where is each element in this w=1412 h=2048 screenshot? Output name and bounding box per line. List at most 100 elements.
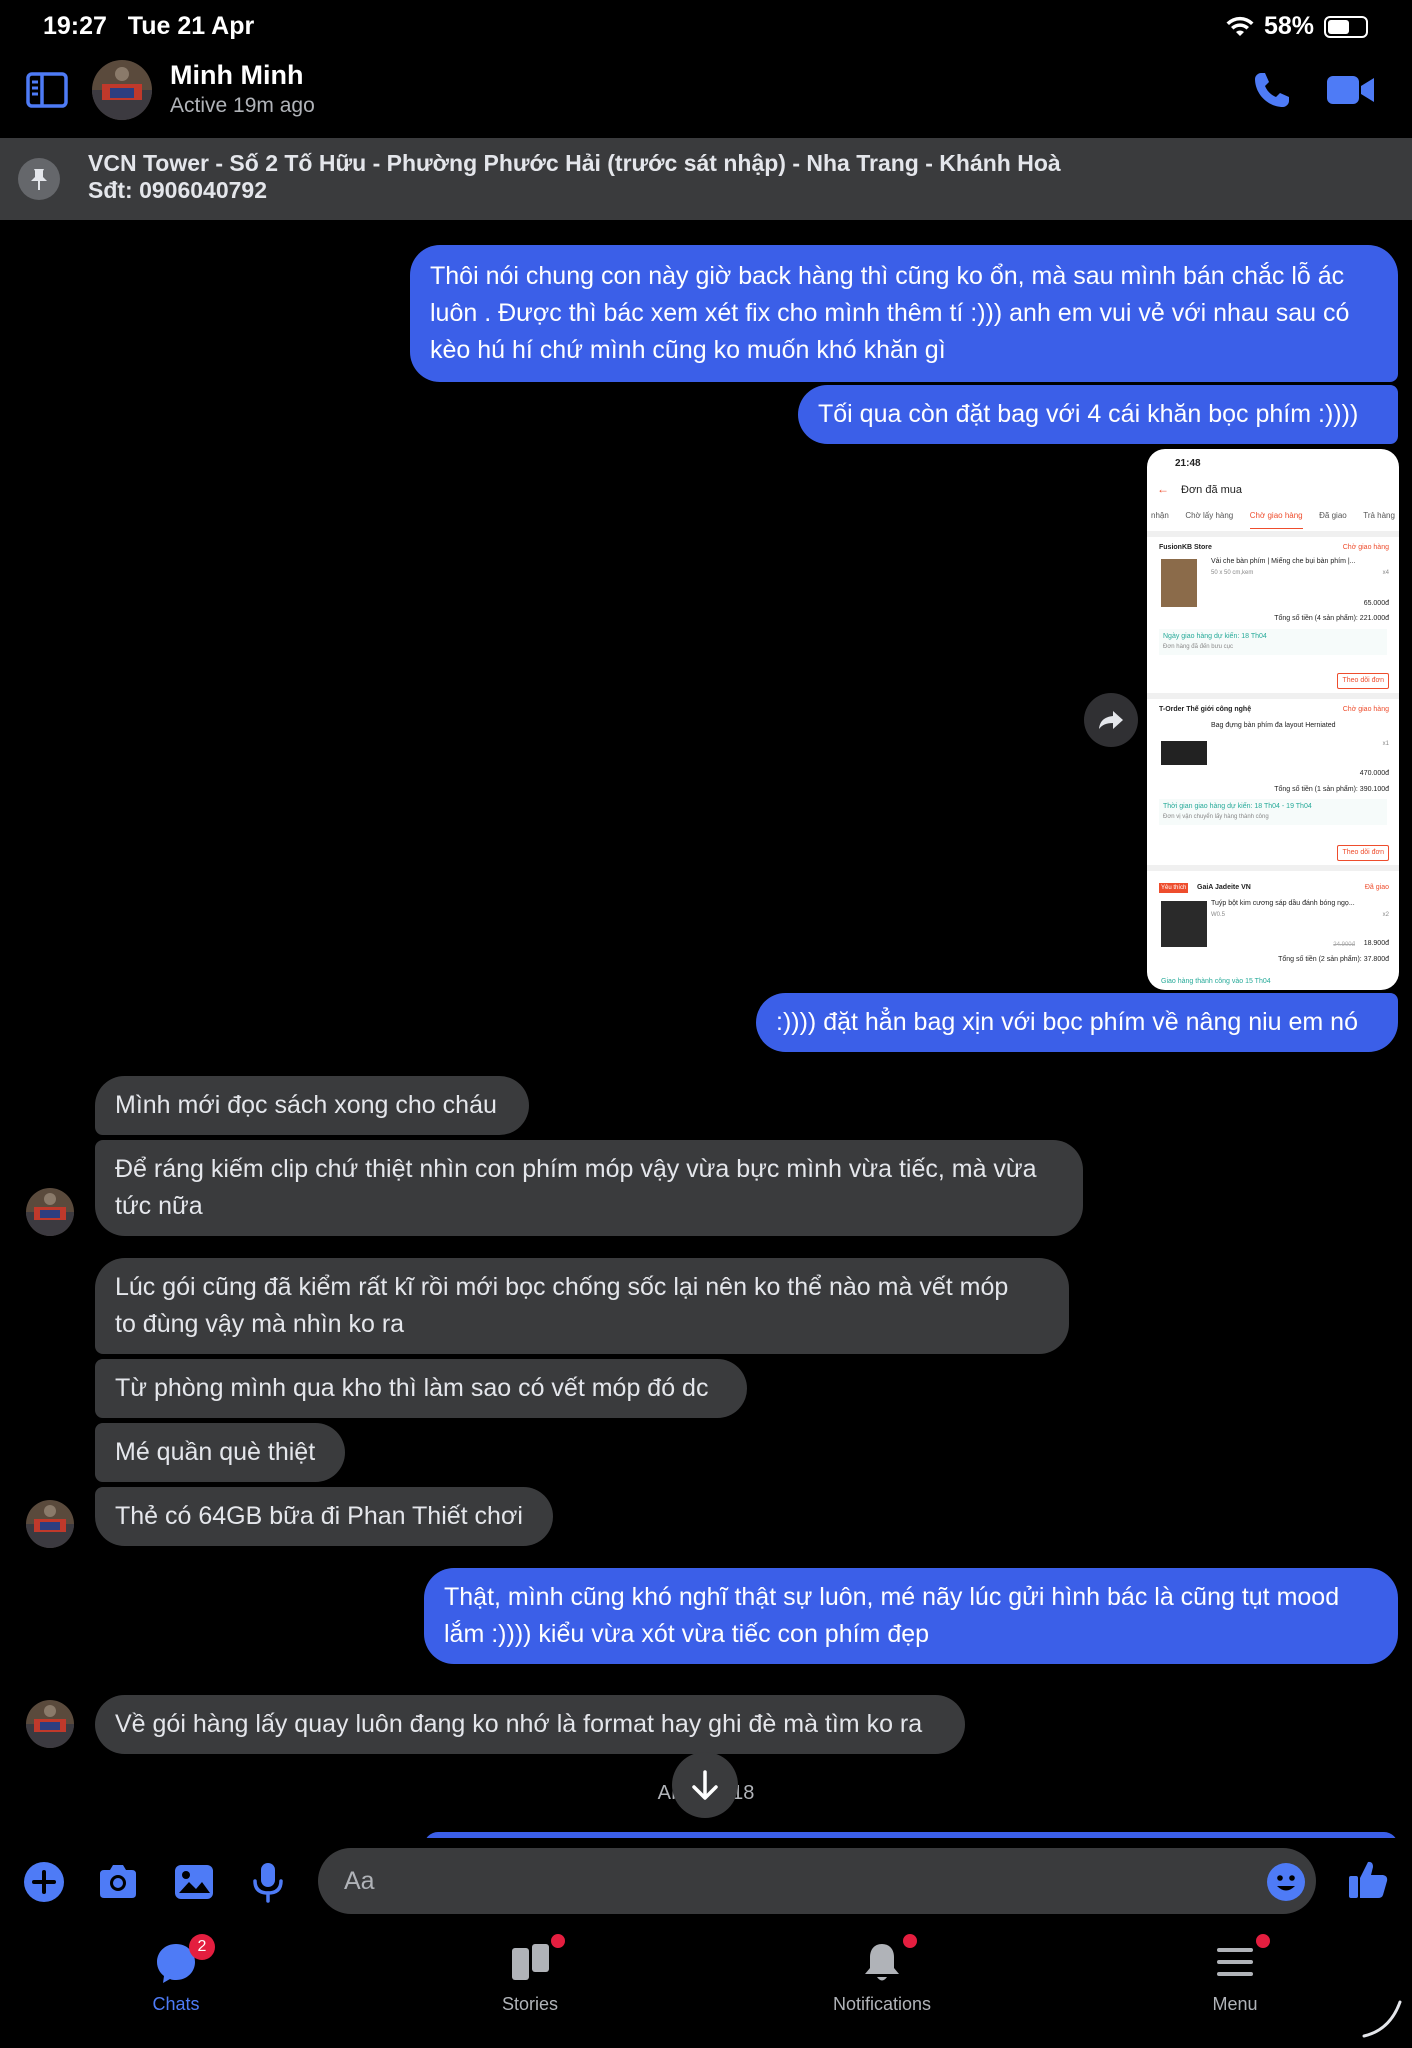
screenshot-tab: Chờ lấy hàng <box>1185 511 1234 520</box>
video-call-icon[interactable] <box>1326 70 1376 110</box>
bell-icon <box>859 1932 919 1986</box>
incoming-message[interactable]: Mé quần què thiệt <box>95 1423 345 1482</box>
outgoing-message[interactable]: Tối qua còn đặt bag với 4 cái khăn bọc p… <box>798 385 1398 444</box>
contact-avatar[interactable] <box>92 60 152 120</box>
product-thumbnail <box>1161 741 1207 765</box>
sender-avatar[interactable] <box>26 1700 74 1748</box>
thumbs-up-icon[interactable] <box>1346 1858 1390 1902</box>
order-total: Tổng số tiền (4 sản phẩm): 221.000đ <box>1274 615 1389 622</box>
stories-icon <box>507 1932 567 1986</box>
incoming-message[interactable]: Về gói hàng lấy quay luôn đang ko nhớ là… <box>95 1695 965 1754</box>
sidebar-toggle-icon[interactable] <box>26 72 68 108</box>
resize-handle-icon[interactable] <box>1360 1996 1404 2040</box>
contact-name[interactable]: Minh Minh <box>170 60 303 91</box>
product-title: Tuýp bột kim cương sáp dầu đánh bóng ngọ… <box>1211 900 1355 907</box>
gallery-icon[interactable] <box>172 1860 216 1904</box>
message-text: kèo hú hí chứ mình cũng ko muốn khó khăn… <box>430 336 946 364</box>
pinned-message-bar[interactable]: VCN Tower - Số 2 Tố Hữu - Phường Phước H… <box>0 138 1412 220</box>
message-text: Mình mới đọc sách xong cho cháu <box>115 1091 497 1119</box>
pinned-address: VCN Tower - Số 2 Tố Hữu - Phường Phước H… <box>88 150 1061 176</box>
product-variant: W0.5 <box>1211 912 1226 918</box>
message-text: Thôi nói chung con này giờ back hàng thì… <box>430 262 1345 290</box>
product-title: Bag đựng bàn phím đa layout Herniated <box>1211 722 1336 729</box>
product-qty: x1 <box>1382 741 1389 747</box>
store-name: FusionKB Store <box>1159 544 1212 551</box>
sender-avatar[interactable] <box>26 1188 74 1236</box>
product-thumbnail <box>1161 559 1197 607</box>
bottom-tab-bar: 2 Chats Stories Notifications Menu <box>0 1926 1412 2048</box>
shipping-info: Thời gian giao hàng dự kiến: 18 Th04 - 1… <box>1159 799 1387 825</box>
product-variant: 50 x 50 cm,kem <box>1211 570 1254 576</box>
date: Tue 21 Apr <box>127 12 255 40</box>
product-price: 470.000đ <box>1359 770 1389 777</box>
back-arrow-icon: ← <box>1157 482 1169 496</box>
product-old-price: 24.900đ <box>1333 942 1355 948</box>
track-order-button: Theo dõi đơn <box>1337 673 1389 689</box>
unread-badge: 2 <box>189 1934 215 1960</box>
tab-label: Notifications <box>832 1994 932 2014</box>
order-status: Chờ giao hàng <box>1342 706 1389 713</box>
wifi-icon <box>1226 16 1254 36</box>
chat-bubble-icon: 2 <box>153 1934 215 1986</box>
shipping-date: Ngày giao hàng dự kiến: 18 Th04 <box>1163 633 1267 640</box>
outgoing-message[interactable]: Thật, mình cũng khó nghĩ thật sự luôn, m… <box>424 1568 1398 1664</box>
camera-icon[interactable] <box>96 1860 140 1904</box>
message-text: Lúc gói cũng đã kiểm rất kĩ rồi mới bọc … <box>115 1273 1009 1301</box>
screenshot-tab: Trả hàng <box>1363 511 1395 520</box>
screenshot-time: 21:48 <box>1175 458 1201 469</box>
battery-percent: 58% <box>1263 12 1314 40</box>
message-text: Tối qua còn đặt bag với 4 cái khăn bọc p… <box>818 400 1359 428</box>
phone-call-icon[interactable] <box>1252 70 1292 110</box>
sender-avatar[interactable] <box>26 1500 74 1548</box>
product-price: 65.000đ <box>1363 600 1389 607</box>
emoji-icon[interactable] <box>1266 1862 1306 1902</box>
incoming-message[interactable]: Để ráng kiếm clip chứ thiệt nhìn con phí… <box>95 1140 1083 1236</box>
product-qty: x2 <box>1382 912 1389 918</box>
pinned-phone: Sđt: 0906040792 <box>88 177 268 203</box>
incoming-message[interactable]: Từ phòng mình qua kho thì làm sao có vết… <box>95 1359 747 1418</box>
message-text: luôn . Được thì bác xem xét fix cho mình… <box>430 299 1350 327</box>
order-total: Tổng số tiền (2 sản phẩm): 37.800đ <box>1278 956 1389 963</box>
tab-notifications[interactable]: Notifications <box>782 1932 982 2015</box>
store-name: GaiA Jadeite VN <box>1197 884 1251 891</box>
order-status: Chờ giao hàng <box>1342 544 1389 551</box>
battery-icon <box>1324 15 1368 38</box>
plus-circle-icon[interactable] <box>22 1860 66 1904</box>
track-order-button: Theo dõi đơn <box>1337 845 1389 861</box>
notification-dot <box>901 1932 919 1950</box>
microphone-icon[interactable] <box>246 1860 290 1904</box>
tab-stories[interactable]: Stories <box>430 1932 630 2015</box>
screenshot-tab: Đã giao <box>1319 511 1347 520</box>
message-text: Mé quần què thiệt <box>115 1438 316 1466</box>
message-text: lắm :)))) kiểu vừa xót vừa tiếc con phím… <box>444 1620 930 1648</box>
screenshot-tab: nhận <box>1151 511 1169 520</box>
pinned-text: VCN Tower - Số 2 Tố Hữu - Phường Phước H… <box>88 150 1061 204</box>
message-text: Để ráng kiếm clip chứ thiệt nhìn con phí… <box>115 1155 1037 1183</box>
shipping-note: Đơn vị vận chuyển lấy hàng thành công <box>1163 814 1269 820</box>
outgoing-message[interactable]: Thôi nói chung con này giờ back hàng thì… <box>410 245 1398 382</box>
message-text: Thẻ có 64GB bữa đi Phan Thiết chơi <box>115 1502 523 1530</box>
tab-chats[interactable]: 2 Chats <box>76 1934 276 2015</box>
order-status: Đã giao <box>1364 884 1389 891</box>
tab-menu[interactable]: Menu <box>1135 1932 1335 2015</box>
screenshot-title: Đơn đã mua <box>1181 484 1243 496</box>
shared-image-order-screenshot[interactable]: 21:48 ← Đơn đã mua nhận Chờ lấy hàng Chờ… <box>1147 449 1399 990</box>
incoming-message[interactable]: Lúc gói cũng đã kiểm rất kĩ rồi mới bọc … <box>95 1258 1069 1354</box>
shipping-date: Thời gian giao hàng dự kiến: 18 Th04 - 1… <box>1163 803 1312 810</box>
shipping-info: Ngày giao hàng dự kiến: 18 Th04 Đơn hàng… <box>1159 629 1387 655</box>
message-composer <box>0 1838 1412 1926</box>
product-title: Vải che bàn phím | Miếng che bụi bàn phí… <box>1211 558 1356 565</box>
pin-icon <box>18 158 60 200</box>
incoming-message[interactable]: Thẻ có 64GB bữa đi Phan Thiết chơi <box>95 1487 553 1546</box>
tab-label: Stories <box>501 1994 559 2014</box>
product-qty: x4 <box>1382 570 1389 576</box>
notification-dot <box>549 1932 567 1950</box>
message-input[interactable] <box>318 1848 1316 1914</box>
outgoing-message[interactable]: :)))) đặt hẳn bag xịn với bọc phím về nâ… <box>756 993 1398 1052</box>
incoming-message[interactable]: Mình mới đọc sách xong cho cháu <box>95 1076 529 1135</box>
scroll-to-bottom-button[interactable] <box>672 1752 738 1818</box>
battery-level <box>1328 19 1349 34</box>
forward-icon[interactable] <box>1084 693 1138 747</box>
store-name: T-Order Thế giới công nghệ <box>1159 706 1252 713</box>
message-text: Thật, mình cũng khó nghĩ thật sự luôn, m… <box>444 1583 1340 1611</box>
